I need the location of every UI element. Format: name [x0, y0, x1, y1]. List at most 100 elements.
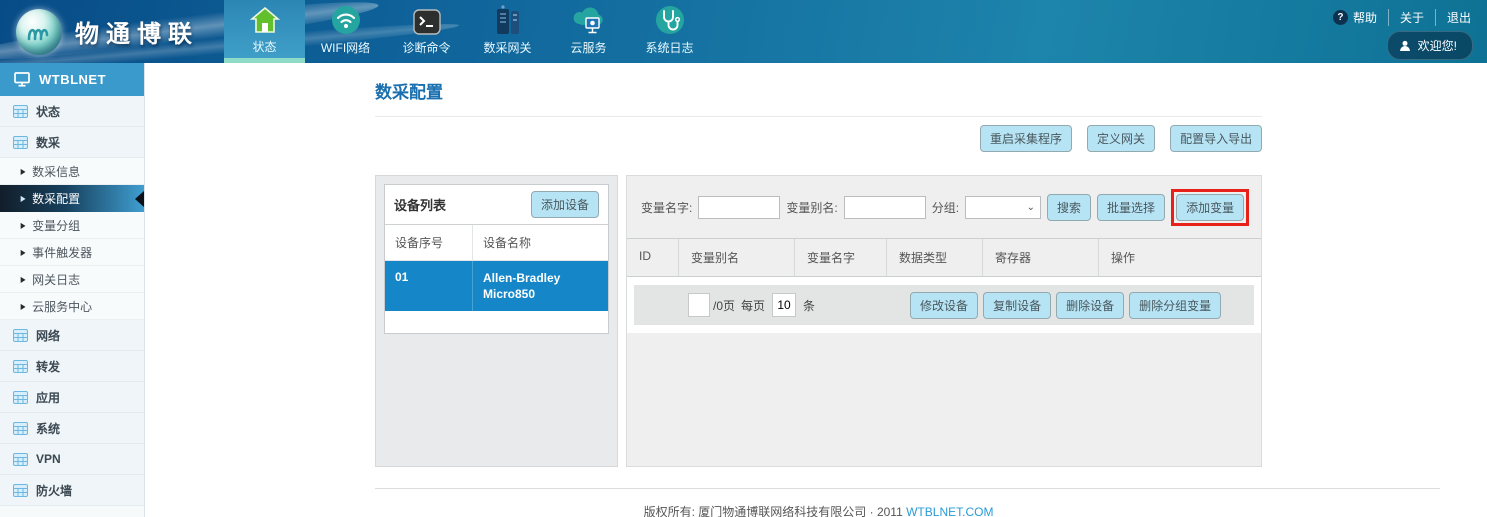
sidebar-item-dataacq-config[interactable]: ▶ 数采配置: [0, 185, 144, 212]
sidebar: WTBLNET 状态 数采 ▶ 数采信息 ▶ 数采配置 ▶ 变量分组 ▶ 事件触…: [0, 63, 145, 517]
welcome-label: 欢迎您!: [1418, 37, 1457, 54]
caret-icon: ▶: [21, 248, 26, 257]
sidebar-item-forward[interactable]: 转发: [0, 351, 144, 382]
pagination-bar: /0页 每页 条 修改设备 复制设备 删除设备 删除分组变量: [634, 285, 1254, 325]
sidebar-item-system[interactable]: 系统: [0, 413, 144, 444]
per-page-input[interactable]: [772, 293, 796, 317]
page-number-input[interactable]: [688, 293, 710, 317]
caret-icon: ▶: [21, 221, 26, 230]
help-icon: ?: [1333, 10, 1348, 25]
sidebar-item-label: 转发: [36, 358, 60, 375]
annotation-highlight-box: 添加变量: [1171, 189, 1249, 226]
restart-collector-button[interactable]: 重启采集程序: [980, 125, 1072, 152]
nav-item-cloud[interactable]: 云服务: [548, 0, 629, 63]
nav-item-wifi[interactable]: WIFI网络: [305, 0, 386, 63]
welcome-button[interactable]: 欢迎您!: [1387, 31, 1473, 60]
sidebar-item-label: VPN: [36, 452, 61, 466]
sidebar-item-label: 应用: [36, 389, 60, 406]
content-area: 数采配置 重启采集程序 定义网关 配置导入导出 设备列表 添加设备 设: [145, 63, 1487, 517]
copyright-year: · 2011: [870, 505, 903, 517]
per-page-label: 每页: [741, 297, 765, 314]
title-divider: [375, 116, 1262, 117]
chevron-down-icon: ⌄: [1027, 202, 1035, 213]
nav-item-gateway[interactable]: 数采网关: [467, 0, 548, 63]
footer-divider: [375, 488, 1440, 489]
cloud-service-icon: [572, 1, 606, 35]
grid-icon: [13, 360, 28, 373]
about-link[interactable]: 关于: [1389, 9, 1436, 26]
col-actions: 操作: [1099, 239, 1261, 276]
sidebar-item-network[interactable]: 网络: [0, 320, 144, 351]
sidebar-item-label: 网关日志: [32, 271, 80, 288]
col-datatype: 数据类型: [887, 239, 983, 276]
help-label: 帮助: [1353, 9, 1377, 26]
top-bar: 物通博联 状态 WIFI网络: [0, 0, 1487, 63]
caret-icon: ▶: [21, 167, 26, 176]
define-gateway-button[interactable]: 定义网关: [1087, 125, 1155, 152]
logout-link[interactable]: 退出: [1436, 9, 1473, 26]
brand-logo: 物通博联: [0, 0, 224, 63]
batch-select-button[interactable]: 批量选择: [1097, 194, 1165, 221]
sidebar-item-gateway-log[interactable]: ▶ 网关日志: [0, 266, 144, 293]
unit-label: 条: [803, 297, 815, 314]
col-alias: 变量别名: [679, 239, 795, 276]
delete-group-variable-button[interactable]: 删除分组变量: [1129, 292, 1221, 319]
device-action-buttons: 修改设备 复制设备 删除设备 删除分组变量: [910, 292, 1221, 319]
sidebar-item-label: 数采信息: [32, 163, 80, 180]
nav-item-label: 数采网关: [483, 39, 531, 56]
footer-site-link[interactable]: WTBLNET.COM: [906, 505, 993, 517]
device-list-title: 设备列表: [394, 195, 446, 214]
device-list-box: 设备列表 添加设备 设备序号 设备名称 01 Allen-Bradley Mic…: [384, 184, 609, 334]
add-variable-button[interactable]: 添加变量: [1176, 194, 1244, 221]
config-import-export-button[interactable]: 配置导入导出: [1170, 125, 1262, 152]
nav-item-syslog[interactable]: 系统日志: [629, 0, 710, 63]
delete-device-button[interactable]: 删除设备: [1056, 292, 1124, 319]
variable-name-input[interactable]: [698, 196, 780, 219]
group-select[interactable]: ⌄: [965, 196, 1041, 219]
sidebar-item-event-trigger[interactable]: ▶ 事件触发器: [0, 239, 144, 266]
help-link[interactable]: ? 帮助: [1322, 9, 1389, 26]
grid-icon: [13, 329, 28, 342]
modify-device-button[interactable]: 修改设备: [910, 292, 978, 319]
copy-device-button[interactable]: 复制设备: [983, 292, 1051, 319]
col-id: ID: [627, 239, 679, 276]
sidebar-item-label: 系统: [36, 420, 60, 437]
variable-filter-row: 变量名字: 变量别名: 分组: ⌄ 搜索 批量选择 添加变量: [627, 176, 1261, 238]
sidebar-item-application[interactable]: 应用: [0, 382, 144, 413]
nav-item-diagnostic[interactable]: 诊断命令: [386, 0, 467, 63]
sidebar-header: WTBLNET: [0, 63, 144, 96]
sidebar-item-label: 数采配置: [32, 190, 80, 207]
nav-item-label: 系统日志: [645, 39, 693, 56]
col-name: 变量名字: [795, 239, 887, 276]
sidebar-item-dataacq-info[interactable]: ▶ 数采信息: [0, 158, 144, 185]
grid-icon: [13, 422, 28, 435]
device-no: 01: [385, 261, 473, 311]
footer-copyright: 版权所有: 厦门物通博联网络科技有限公司 · 2011 WTBLNET.COM: [375, 503, 1262, 517]
sidebar-item-label: 网络: [36, 327, 60, 344]
sidebar-item-cloud-center[interactable]: ▶ 云服务中心: [0, 293, 144, 320]
panels-row: 设备列表 添加设备 设备序号 设备名称 01 Allen-Bradley Mic…: [375, 175, 1262, 467]
variable-alias-input[interactable]: [844, 196, 926, 219]
device-col-name: 设备名称: [473, 225, 608, 260]
top-links: ? 帮助 关于 退出: [1322, 9, 1473, 26]
sidebar-item-status[interactable]: 状态: [0, 96, 144, 127]
device-table-header: 设备序号 设备名称: [385, 225, 608, 261]
group-label: 分组:: [932, 199, 959, 216]
device-table-row-selected[interactable]: 01 Allen-Bradley Micro850: [385, 261, 608, 311]
add-device-button[interactable]: 添加设备: [531, 191, 599, 218]
sidebar-item-firewall[interactable]: 防火墙: [0, 475, 144, 506]
sidebar-item-variable-group[interactable]: ▶ 变量分组: [0, 212, 144, 239]
monitor-icon: [14, 72, 30, 87]
sidebar-item-dataacq[interactable]: 数采: [0, 127, 144, 158]
search-button[interactable]: 搜索: [1047, 194, 1091, 221]
variable-name-label: 变量名字:: [641, 199, 692, 216]
variable-panel: 变量名字: 变量别名: 分组: ⌄ 搜索 批量选择 添加变量: [626, 175, 1262, 467]
sidebar-title: WTBLNET: [39, 72, 106, 87]
device-table-empty-row: [385, 311, 608, 333]
logout-label: 退出: [1447, 9, 1471, 26]
nav-item-label: WIFI网络: [321, 39, 370, 56]
about-label: 关于: [1400, 9, 1424, 26]
sidebar-item-label: 状态: [36, 103, 60, 120]
nav-item-status[interactable]: 状态: [224, 0, 305, 63]
sidebar-item-vpn[interactable]: VPN: [0, 444, 144, 475]
